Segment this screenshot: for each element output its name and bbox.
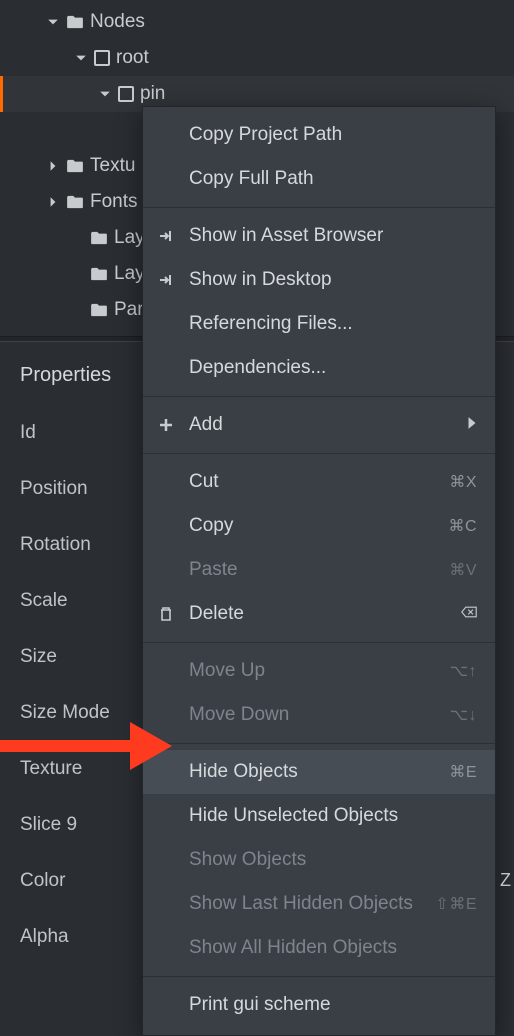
tree-item-label: root [116,47,149,69]
menu-item-label: Delete [189,603,447,625]
tree-item-label: pin [140,83,165,105]
menu-item-label: Print gui scheme [189,994,477,1016]
menu-item: Move Down ⌥↓ [143,693,495,737]
menu-shortcut: ⇧⌘E [435,894,477,914]
menu-item-label: Dependencies... [189,357,477,379]
property-label: Position [20,478,88,500]
folder-icon [66,159,84,173]
menu-item[interactable]: Cut ⌘X [143,460,495,504]
menu-item[interactable]: Show in Asset Browser [143,214,495,258]
menu-item: Paste ⌘V [143,548,495,592]
menu-item-label: Show in Desktop [189,269,477,291]
menu-separator [143,743,495,744]
menu-item[interactable]: Delete [143,592,495,636]
menu-item-label: Move Up [189,660,436,682]
context-menu: Copy Project Path Copy Full Path Show in A… [142,106,496,1036]
chevron-right-icon[interactable] [46,195,60,209]
menu-item[interactable]: Referencing Files... [143,302,495,346]
menu-item-label: Cut [189,471,435,493]
node-icon [94,50,110,66]
menu-separator [143,976,495,977]
menu-item-label: Add [189,414,453,436]
menu-item-label: Copy [189,515,434,537]
menu-item-label: Hide Unselected Objects [189,805,477,827]
menu-item-label: Copy Project Path [189,124,477,146]
tree-row[interactable]: root [0,40,514,76]
menu-item[interactable]: Dependencies... [143,346,495,390]
property-label: Alpha [20,926,69,948]
menu-item-label: Show Last Hidden Objects [189,893,421,915]
menu-shortcut: ⌥↓ [450,705,477,725]
menu-item-label: Referencing Files... [189,313,477,335]
menu-item-label: Show in Asset Browser [189,225,477,247]
property-label: Id [20,422,36,444]
menu-item-label: Show All Hidden Objects [189,937,477,959]
menu-item-label: Paste [189,559,435,581]
menu-item[interactable]: Show in Desktop [143,258,495,302]
expander-placeholder [70,303,84,317]
menu-shortcut: ⌥↑ [450,661,477,681]
chevron-down-icon[interactable] [46,15,60,29]
menu-shortcut: ⌘X [449,472,477,492]
folder-icon [66,15,84,29]
property-label: Scale [20,590,68,612]
menu-item: Show Last Hidden Objects ⇧⌘E [143,882,495,926]
folder-icon [90,267,108,281]
menu-item[interactable]: Copy Full Path [143,157,495,201]
goto-icon [157,272,175,288]
folder-icon [90,231,108,245]
property-label: Texture [20,758,82,780]
tree-item-label: Fonts [90,191,138,213]
menu-item[interactable]: Copy ⌘C [143,504,495,548]
property-label: Size [20,646,57,668]
chevron-down-icon[interactable] [74,51,88,65]
menu-separator [143,642,495,643]
submenu-arrow-icon [467,414,477,436]
menu-shortcut: ⌘V [449,560,477,580]
menu-separator [143,396,495,397]
tree-row[interactable]: Nodes [0,4,514,40]
property-label: Color [20,870,65,892]
menu-shortcut [461,604,477,625]
expander-placeholder [70,267,84,281]
expander-placeholder [70,231,84,245]
menu-item[interactable]: Print gui scheme [143,983,495,1027]
tree-item-label: Textu [90,155,135,177]
property-label: Slice 9 [20,814,77,836]
menu-shortcut: ⌘C [448,516,477,536]
menu-item-label: Show Objects [189,849,477,871]
menu-separator [143,207,495,208]
menu-item-label: Hide Objects [189,761,435,783]
property-label: Size Mode [20,702,110,724]
menu-item[interactable]: Hide Unselected Objects [143,794,495,838]
goto-icon [157,228,175,244]
menu-shortcut: ⌘E [449,762,477,782]
menu-separator [143,453,495,454]
menu-item-label: Copy Full Path [189,168,477,190]
menu-item: Show Objects [143,838,495,882]
menu-item[interactable]: Copy Project Path [143,113,495,157]
chevron-down-icon[interactable] [98,87,112,101]
folder-icon [66,195,84,209]
menu-item: Show All Hidden Objects [143,926,495,970]
tree-item-label: Nodes [90,11,145,33]
plus-icon [157,417,175,433]
truncated-value: Z [500,870,511,891]
menu-item-label: Move Down [189,704,436,726]
menu-item[interactable]: Hide Objects ⌘E [143,750,495,794]
property-label: Rotation [20,534,91,556]
trash-icon [157,606,175,622]
chevron-right-icon[interactable] [46,159,60,173]
node-icon [118,86,134,102]
menu-item[interactable]: Add [143,403,495,447]
folder-icon [90,303,108,317]
menu-item: Move Up ⌥↑ [143,649,495,693]
